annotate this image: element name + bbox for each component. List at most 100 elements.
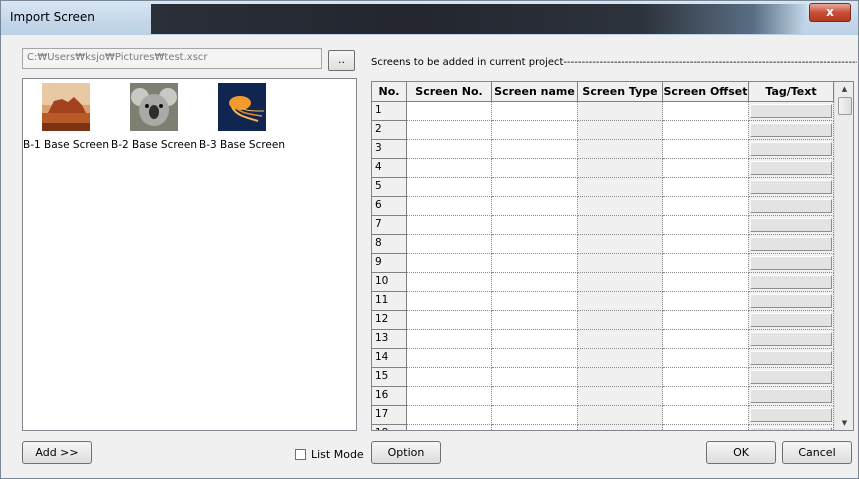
screen-offset-cell[interactable]	[663, 178, 749, 197]
column-header-tag-text[interactable]: Tag/Text	[749, 82, 834, 102]
row-number-cell[interactable]: 3	[372, 140, 407, 159]
screen-name-cell[interactable]	[492, 178, 578, 197]
tag-text-cell[interactable]	[749, 178, 834, 197]
row-number-cell[interactable]: 9	[372, 254, 407, 273]
tag-text-button[interactable]	[750, 161, 832, 175]
cancel-button[interactable]: Cancel	[782, 441, 852, 464]
tag-text-button[interactable]	[750, 104, 832, 118]
screen-name-cell[interactable]	[492, 425, 578, 430]
row-number-cell[interactable]: 14	[372, 349, 407, 368]
tag-text-cell[interactable]	[749, 121, 834, 140]
tag-text-button[interactable]	[750, 370, 832, 384]
column-header-screen-no[interactable]: Screen No.	[407, 82, 492, 102]
screen-name-cell[interactable]	[492, 235, 578, 254]
screen-name-cell[interactable]	[492, 102, 578, 121]
screen-name-cell[interactable]	[492, 330, 578, 349]
row-number-cell[interactable]: 16	[372, 387, 407, 406]
close-button[interactable]: x	[809, 3, 851, 22]
screen-name-cell[interactable]	[492, 159, 578, 178]
scroll-up-arrow-icon[interactable]: ▲	[835, 82, 854, 96]
column-header-screen-offset[interactable]: Screen Offset	[663, 82, 749, 102]
tag-text-button[interactable]	[750, 313, 832, 327]
tag-text-cell[interactable]	[749, 273, 834, 292]
screen-no-cell[interactable]	[407, 254, 492, 273]
screen-offset-cell[interactable]	[663, 140, 749, 159]
tag-text-cell[interactable]	[749, 292, 834, 311]
screen-offset-cell[interactable]	[663, 102, 749, 121]
screen-no-cell[interactable]	[407, 140, 492, 159]
tag-text-cell[interactable]	[749, 349, 834, 368]
screen-type-cell[interactable]	[578, 387, 663, 406]
screen-offset-cell[interactable]	[663, 273, 749, 292]
screen-offset-cell[interactable]	[663, 387, 749, 406]
tag-text-cell[interactable]	[749, 159, 834, 178]
screen-no-cell[interactable]	[407, 102, 492, 121]
row-number-cell[interactable]: 2	[372, 121, 407, 140]
tag-text-button[interactable]	[750, 180, 832, 194]
screen-no-cell[interactable]	[407, 273, 492, 292]
screen-name-cell[interactable]	[492, 216, 578, 235]
tag-text-button[interactable]	[750, 427, 832, 430]
screen-no-cell[interactable]	[407, 292, 492, 311]
tag-text-button[interactable]	[750, 199, 832, 213]
screen-offset-cell[interactable]	[663, 425, 749, 430]
row-number-cell[interactable]: 17	[372, 406, 407, 425]
screen-type-cell[interactable]	[578, 311, 663, 330]
screen-offset-cell[interactable]	[663, 197, 749, 216]
screen-type-cell[interactable]	[578, 349, 663, 368]
screen-type-cell[interactable]	[578, 216, 663, 235]
scrollbar-thumb[interactable]	[838, 97, 852, 115]
list-mode-checkbox-row[interactable]: List Mode	[295, 448, 364, 462]
screen-no-cell[interactable]	[407, 216, 492, 235]
tag-text-cell[interactable]	[749, 330, 834, 349]
row-number-cell[interactable]: 4	[372, 159, 407, 178]
row-number-cell[interactable]: 7	[372, 216, 407, 235]
screen-offset-cell[interactable]	[663, 292, 749, 311]
screen-no-cell[interactable]	[407, 349, 492, 368]
screen-no-cell[interactable]	[407, 159, 492, 178]
tag-text-cell[interactable]	[749, 368, 834, 387]
screen-type-cell[interactable]	[578, 140, 663, 159]
row-number-cell[interactable]: 12	[372, 311, 407, 330]
screen-type-cell[interactable]	[578, 197, 663, 216]
screen-no-cell[interactable]	[407, 425, 492, 430]
thumbnail-item[interactable]: B-1 Base Screen	[16, 83, 116, 151]
tag-text-button[interactable]	[750, 408, 832, 422]
tag-text-cell[interactable]	[749, 311, 834, 330]
tag-text-button[interactable]	[750, 256, 832, 270]
row-number-cell[interactable]: 1	[372, 102, 407, 121]
screen-name-cell[interactable]	[492, 197, 578, 216]
scroll-down-arrow-icon[interactable]: ▼	[835, 416, 854, 430]
screen-no-cell[interactable]	[407, 406, 492, 425]
tag-text-button[interactable]	[750, 123, 832, 137]
screen-type-cell[interactable]	[578, 102, 663, 121]
row-number-cell[interactable]: 13	[372, 330, 407, 349]
add-button[interactable]: Add >>	[22, 441, 92, 464]
screen-offset-cell[interactable]	[663, 349, 749, 368]
screen-type-cell[interactable]	[578, 292, 663, 311]
screen-name-cell[interactable]	[492, 406, 578, 425]
screen-type-cell[interactable]	[578, 406, 663, 425]
screen-type-cell[interactable]	[578, 273, 663, 292]
tag-text-cell[interactable]	[749, 406, 834, 425]
screen-type-cell[interactable]	[578, 159, 663, 178]
screen-no-cell[interactable]	[407, 178, 492, 197]
row-number-cell[interactable]: 8	[372, 235, 407, 254]
screen-name-cell[interactable]	[492, 254, 578, 273]
screen-type-cell[interactable]	[578, 425, 663, 430]
screen-offset-cell[interactable]	[663, 311, 749, 330]
screen-no-cell[interactable]	[407, 235, 492, 254]
screen-name-cell[interactable]	[492, 140, 578, 159]
screen-name-cell[interactable]	[492, 311, 578, 330]
tag-text-cell[interactable]	[749, 102, 834, 121]
tag-text-cell[interactable]	[749, 140, 834, 159]
screen-name-cell[interactable]	[492, 349, 578, 368]
screen-offset-cell[interactable]	[663, 254, 749, 273]
screen-no-cell[interactable]	[407, 311, 492, 330]
thumbnail-item[interactable]: B-3 Base Screen	[192, 83, 292, 151]
screen-name-cell[interactable]	[492, 368, 578, 387]
screen-name-cell[interactable]	[492, 292, 578, 311]
screen-name-cell[interactable]	[492, 387, 578, 406]
file-path-field[interactable]: C:₩Users₩ksjo₩Pictures₩test.xscr	[22, 48, 322, 69]
tag-text-button[interactable]	[750, 294, 832, 308]
